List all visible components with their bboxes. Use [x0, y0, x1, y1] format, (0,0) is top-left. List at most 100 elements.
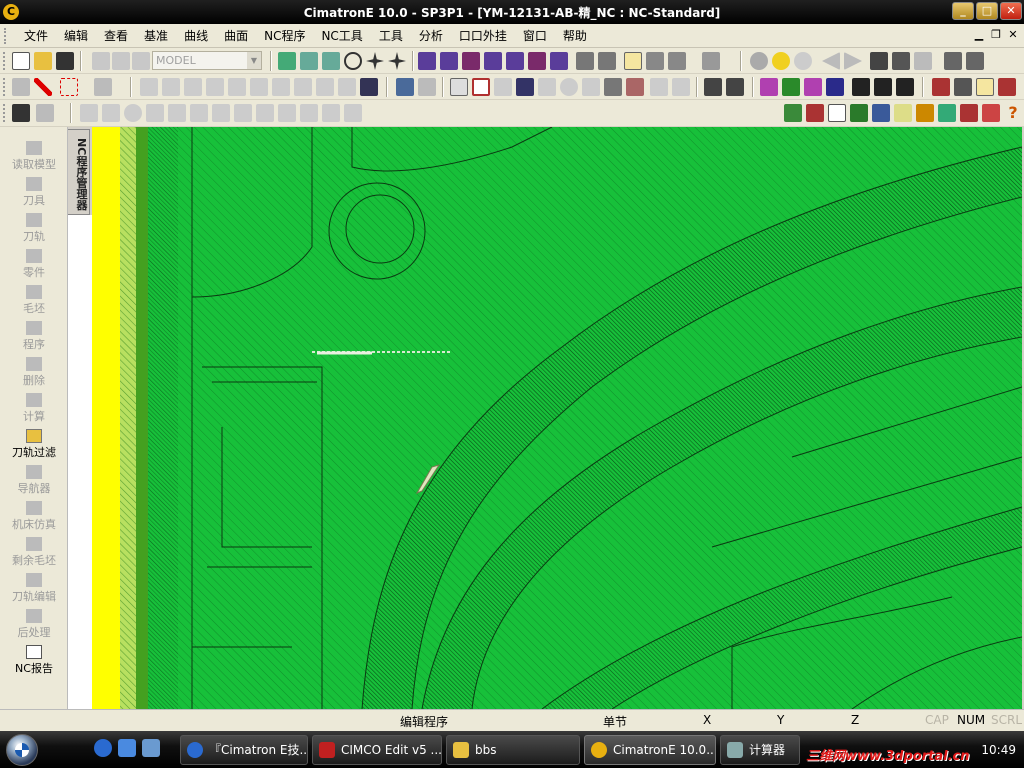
settings-icon[interactable]: [914, 52, 932, 70]
task-bbs-folder[interactable]: bbs: [446, 735, 580, 765]
surface-icon[interactable]: [782, 78, 800, 96]
chevron-down-icon[interactable]: ▼: [247, 52, 261, 69]
zoom-magnifier-icon[interactable]: [344, 52, 362, 70]
lp-navigator[interactable]: 导航器: [0, 465, 68, 496]
surface-icon[interactable]: [804, 78, 822, 96]
grid-icon[interactable]: [894, 104, 912, 122]
lp-machine-sim[interactable]: 机床仿真: [0, 501, 68, 532]
close-button[interactable]: ✕: [1000, 2, 1022, 20]
report-icon[interactable]: [828, 104, 846, 122]
lp-post-process[interactable]: 后处理: [0, 609, 68, 640]
copy-icon[interactable]: [944, 52, 962, 70]
menu-datum[interactable]: 基准: [136, 24, 176, 48]
angle-icon[interactable]: [850, 104, 868, 122]
cube-icon[interactable]: [626, 78, 644, 96]
toolbar-grip[interactable]: [3, 52, 7, 70]
menu-surface[interactable]: 曲面: [216, 24, 256, 48]
clock[interactable]: 10:49: [981, 743, 1016, 757]
forward-arrow-icon[interactable]: [844, 52, 862, 70]
show-desktop-icon[interactable]: [142, 739, 160, 757]
back-arrow-icon[interactable]: [822, 52, 840, 70]
axis-icon[interactable]: [896, 78, 914, 96]
rotate-icon[interactable]: [388, 52, 406, 70]
hidden-line-icon[interactable]: [646, 52, 664, 70]
start-button[interactable]: [6, 734, 38, 766]
menu-nc-program[interactable]: NC程序: [256, 24, 313, 48]
menu-grip[interactable]: [4, 27, 10, 44]
lp-toolpath[interactable]: 刀轨: [0, 213, 68, 244]
machine-icon[interactable]: [960, 104, 978, 122]
maximize-button[interactable]: □: [976, 2, 998, 20]
lp-procedure[interactable]: 程序: [0, 321, 68, 352]
stock-icon[interactable]: [998, 78, 1016, 96]
axis-icon[interactable]: [852, 78, 870, 96]
pan-icon[interactable]: [366, 52, 384, 70]
tools-icon[interactable]: [982, 104, 1000, 122]
light-off-icon[interactable]: [794, 52, 812, 70]
new-file-icon[interactable]: [12, 52, 30, 70]
minimize-button[interactable]: _: [952, 2, 974, 20]
select-box-icon[interactable]: [60, 78, 78, 96]
task-cimatrone[interactable]: CimatronE 10.0...: [584, 735, 716, 765]
graphics-viewport[interactable]: [92, 127, 1022, 709]
view-right-icon[interactable]: [484, 52, 502, 70]
print-icon[interactable]: [938, 104, 956, 122]
stock-icon[interactable]: [954, 78, 972, 96]
zoom-dynamic-icon[interactable]: [322, 52, 340, 70]
view-iso-icon[interactable]: [418, 52, 436, 70]
quicklaunch-icon[interactable]: [118, 739, 136, 757]
toolbar-grip[interactable]: [3, 104, 7, 122]
view-bottom-icon[interactable]: [550, 52, 568, 70]
light-bulb-icon[interactable]: [750, 52, 768, 70]
menu-window[interactable]: 窗口: [515, 24, 555, 48]
nc-manager-tab[interactable]: NC程序管理器: [68, 129, 90, 215]
sketch-icon[interactable]: [704, 78, 722, 96]
highlight-icon[interactable]: [976, 78, 994, 96]
save-file-icon[interactable]: [56, 52, 74, 70]
menu-plugin[interactable]: 口口外挂: [451, 24, 515, 48]
lp-stock[interactable]: 毛坯: [0, 285, 68, 316]
lp-execute[interactable]: 计算: [0, 393, 68, 424]
lp-toolpath-filter[interactable]: 刀轨过滤: [0, 429, 68, 460]
delete-icon[interactable]: [34, 78, 52, 96]
lp-read-model[interactable]: 读取模型: [0, 141, 68, 172]
menu-curve[interactable]: 曲线: [176, 24, 216, 48]
mdi-close-icon[interactable]: ✕: [1006, 28, 1020, 41]
report-icon[interactable]: [872, 104, 890, 122]
paste-icon[interactable]: [966, 52, 984, 70]
stock-icon[interactable]: [932, 78, 950, 96]
section-icon[interactable]: [702, 52, 720, 70]
anchor-icon[interactable]: [12, 104, 30, 122]
mdi-minimize-icon[interactable]: ▁: [972, 28, 986, 41]
toolbar-grip[interactable]: [3, 78, 7, 96]
model-combo[interactable]: MODEL ▼: [152, 51, 262, 70]
shaded-icon[interactable]: [624, 52, 642, 70]
display-mode-icon[interactable]: [576, 52, 594, 70]
view-back-icon[interactable]: [528, 52, 546, 70]
quicklaunch-icon[interactable]: [94, 739, 112, 757]
light-on-icon[interactable]: [772, 52, 790, 70]
zoom-window-icon[interactable]: [300, 52, 318, 70]
lp-toolpath-edit[interactable]: 刀轨编辑: [0, 573, 68, 604]
lp-part[interactable]: 零件: [0, 249, 68, 280]
menu-tools[interactable]: 工具: [371, 24, 411, 48]
measure-icon[interactable]: [396, 78, 414, 96]
tree-icon[interactable]: [806, 104, 824, 122]
task-calculator[interactable]: 计算器: [720, 735, 800, 765]
menu-help[interactable]: 帮助: [555, 24, 595, 48]
render-icon[interactable]: [668, 52, 686, 70]
task-cimco-edit[interactable]: CIMCO Edit v5 ...: [312, 735, 442, 765]
view-left-icon[interactable]: [506, 52, 524, 70]
pick-icon[interactable]: [12, 78, 30, 96]
surface-icon[interactable]: [826, 78, 844, 96]
wireframe-icon[interactable]: [598, 52, 616, 70]
cube-icon[interactable]: [784, 104, 802, 122]
help-icon[interactable]: ?: [1004, 104, 1022, 122]
axis-icon[interactable]: [874, 78, 892, 96]
program-icon[interactable]: [472, 78, 490, 96]
menu-file[interactable]: 文件: [16, 24, 56, 48]
menu-view[interactable]: 查看: [96, 24, 136, 48]
zoom-all-icon[interactable]: [278, 52, 296, 70]
doc-icon[interactable]: [450, 78, 468, 96]
view-top-icon[interactable]: [440, 52, 458, 70]
